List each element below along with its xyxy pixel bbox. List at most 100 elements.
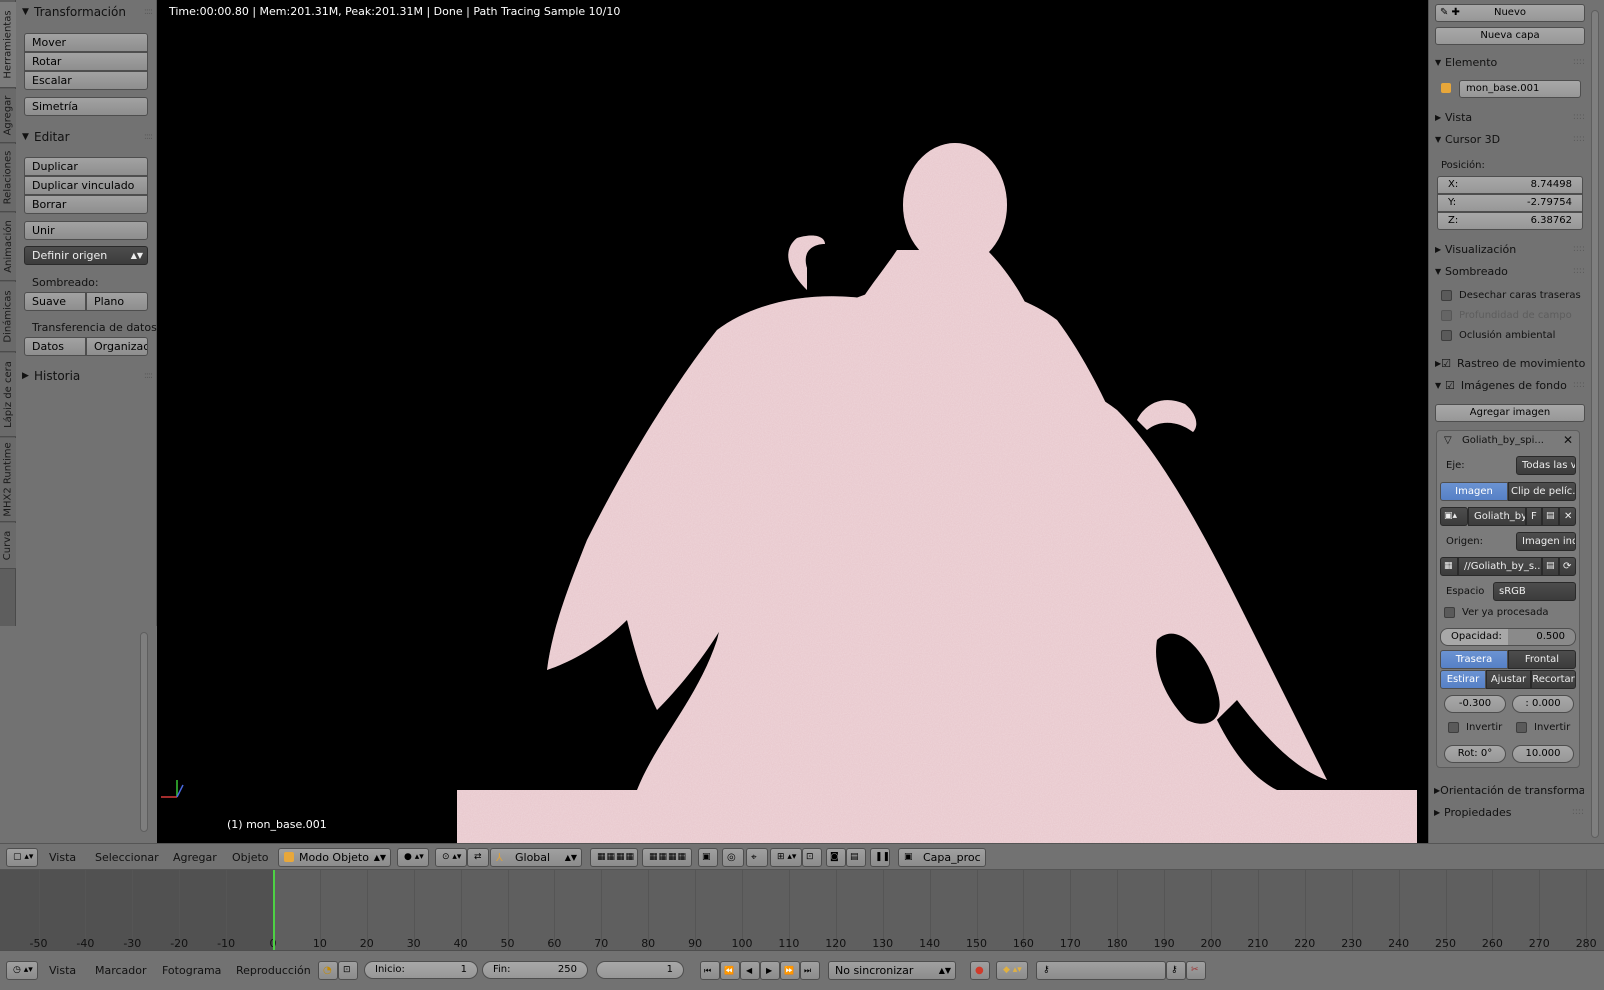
insert-keyframe-icon[interactable]: ⚷ xyxy=(1166,961,1186,980)
smooth-shading-button[interactable]: Suave xyxy=(24,292,86,311)
close-icon[interactable]: ✕ xyxy=(1563,433,1573,447)
properties-panel-header[interactable]: ▶ Propiedades:::: xyxy=(1434,803,1584,821)
object-name-field[interactable]: mon_base.001 xyxy=(1459,80,1581,98)
grip-icon[interactable]: :::: xyxy=(1572,807,1584,817)
preview-range-icon[interactable]: ◔ xyxy=(318,961,338,980)
mirror-button[interactable]: Simetría xyxy=(24,97,148,116)
jump-end-icon[interactable]: ⏭ xyxy=(800,961,820,980)
transform-orientation-panel-header[interactable]: ▶ Orientación de transformaci xyxy=(1434,781,1584,799)
transform-orientation-dropdown[interactable]: ⅄ Global ▲▼ xyxy=(490,848,582,867)
menu-marker[interactable]: Marcador xyxy=(95,964,147,977)
opacity-slider[interactable]: Opacidad: 0.500 xyxy=(1440,628,1576,646)
tab-herramientas[interactable]: Herramientas xyxy=(0,2,16,88)
source-dropdown[interactable]: Imagen indivi... xyxy=(1516,532,1576,551)
back-toggle[interactable]: Trasera xyxy=(1440,650,1508,669)
cursor-y-field[interactable]: Y: -2.79754 xyxy=(1437,194,1583,212)
tab-dinamicas[interactable]: Dinámicas xyxy=(0,282,16,352)
image-browse-icon[interactable]: ▣▴ xyxy=(1440,507,1468,526)
menu-object[interactable]: Objeto xyxy=(232,851,269,864)
mode-dropdown[interactable]: Modo Objeto ▲▼ xyxy=(278,848,391,867)
image-datablock-field[interactable]: Goliath_by xyxy=(1468,507,1526,526)
cursor-x-field[interactable]: X: 8.74498 xyxy=(1437,176,1583,194)
backface-culling-checkbox[interactable]: Desechar caras traseras xyxy=(1441,290,1581,301)
tab-lapiz-de-cera[interactable]: Lápiz de cera xyxy=(0,353,16,437)
tab-movie-clip[interactable]: Clip de pelíc... xyxy=(1508,482,1576,501)
grip-icon[interactable]: :::: xyxy=(144,371,153,381)
flip-y-checkbox[interactable]: Invertir xyxy=(1516,722,1570,733)
layers-grid-2[interactable]: ▦▦▦▦ xyxy=(642,848,692,867)
grip-icon[interactable]: :::: xyxy=(1573,57,1585,67)
record-icon[interactable]: ● xyxy=(970,961,990,980)
checked-icon[interactable]: ☑ xyxy=(1441,357,1451,370)
current-frame-field[interactable]: 1 xyxy=(596,961,684,979)
flip-x-checkbox[interactable]: Invertir xyxy=(1448,722,1502,733)
start-frame-field[interactable]: Inicio: 1 xyxy=(364,961,478,979)
duplicate-linked-button[interactable]: Duplicar vinculado xyxy=(24,176,148,195)
tool-shelf-scrollbar[interactable] xyxy=(140,632,148,832)
manipulator-icon[interactable]: ⇄ xyxy=(467,848,489,867)
next-keyframe-icon[interactable]: ⏩ xyxy=(780,961,800,980)
history-panel-header[interactable]: ▶ Historia:::: xyxy=(22,366,153,386)
grip-icon[interactable]: :::: xyxy=(144,7,153,17)
playhead[interactable] xyxy=(273,870,275,950)
grip-icon[interactable]: :::: xyxy=(1573,380,1585,390)
display-panel-header[interactable]: ▶ Visualización:::: xyxy=(1435,240,1585,258)
delete-button[interactable]: Borrar xyxy=(24,195,148,214)
offset-y-field[interactable]: : 0.000 xyxy=(1512,695,1574,713)
cursor-z-field[interactable]: Z: 6.38762 xyxy=(1437,212,1583,230)
prev-keyframe-icon[interactable]: ⏪ xyxy=(720,961,740,980)
snap-target-icon[interactable]: ⊡ xyxy=(802,848,822,867)
organize-button[interactable]: Organizaci xyxy=(86,337,148,356)
join-button[interactable]: Unir xyxy=(24,221,148,240)
menu-frame[interactable]: Fotograma xyxy=(162,964,221,977)
menu-view[interactable]: Vista xyxy=(49,851,76,864)
open-image-icon[interactable]: ▤ xyxy=(1542,507,1559,526)
grease-pencil-new-row[interactable]: ✎ ✚ Nuevo xyxy=(1435,4,1585,22)
play-reverse-icon[interactable]: ◀ xyxy=(740,961,760,980)
fake-user-toggle[interactable]: F xyxy=(1526,507,1542,526)
motion-tracking-panel-header[interactable]: ▶ ☑ Rastreo de movimiento xyxy=(1435,354,1585,372)
pivot-point-icon[interactable]: ⊙ ▴▾ xyxy=(435,848,467,867)
cursor-panel-header[interactable]: ▼ Cursor 3D:::: xyxy=(1435,130,1585,148)
move-button[interactable]: Mover xyxy=(24,33,148,52)
item-panel-header[interactable]: ▼ Elemento:::: xyxy=(1435,53,1585,71)
pause-icon[interactable]: ❚❚ xyxy=(870,848,890,867)
view-as-render-checkbox[interactable]: Ver ya procesada xyxy=(1444,607,1549,618)
add-image-button[interactable]: Agregar imagen xyxy=(1435,404,1585,422)
size-field[interactable]: 10.000 xyxy=(1512,745,1574,763)
data-transfer-button[interactable]: Datos xyxy=(24,337,86,356)
checked-icon[interactable]: ☑ xyxy=(1445,379,1455,392)
viewport-shading-icon[interactable]: ● ▴▾ xyxy=(397,848,429,867)
layers-grid-1[interactable]: ▦▦▦▦ xyxy=(590,848,638,867)
render-animation-icon[interactable]: ▤ xyxy=(846,848,866,867)
3d-viewport[interactable]: Time:00:00.80 | Mem:201.31M, Peak:201.31… xyxy=(157,0,1428,843)
lock-icon[interactable]: ⊡ xyxy=(338,961,358,980)
background-images-panel-header[interactable]: ▼ ☑ Imágenes de fondo:::: xyxy=(1435,376,1585,394)
tab-curva[interactable]: Curva xyxy=(0,523,16,569)
tab-image[interactable]: Imagen xyxy=(1440,482,1508,501)
crop-toggle[interactable]: Recortar xyxy=(1531,670,1576,689)
end-frame-field[interactable]: Fin: 250 xyxy=(482,961,588,979)
menu-add[interactable]: Agregar xyxy=(173,851,217,864)
transform-panel-header[interactable]: ▼ Transformación:::: xyxy=(22,2,153,22)
depth-of-field-checkbox[interactable]: Profundidad de campo xyxy=(1441,310,1572,321)
timeline[interactable]: -50-40-30-20-100102030405060708090100110… xyxy=(0,870,1604,950)
editor-type-icon[interactable]: ▢ ▴▾ xyxy=(6,848,38,867)
grip-icon[interactable]: :::: xyxy=(1573,134,1585,144)
unlink-image-icon[interactable]: ✕ xyxy=(1559,507,1576,526)
stretch-toggle[interactable]: Estirar xyxy=(1440,670,1486,689)
axis-dropdown[interactable]: Todas las vist... xyxy=(1516,456,1576,475)
jump-start-icon[interactable]: ⏮ xyxy=(700,961,720,980)
rotation-field[interactable]: Rot: 0° xyxy=(1444,745,1506,763)
tab-agregar[interactable]: Agregar xyxy=(0,89,16,143)
keying-set-field[interactable]: ⚷ xyxy=(1036,961,1166,980)
tab-mhx2-runtime[interactable]: MHX2 Runtime xyxy=(0,438,16,522)
snap-element-icon[interactable]: ⊞ ▴▾ xyxy=(770,848,802,867)
reload-icon[interactable]: ⟳ xyxy=(1559,557,1576,576)
edit-panel-header[interactable]: ▼ Editar:::: xyxy=(22,127,153,147)
scale-button[interactable]: Escalar xyxy=(24,71,148,90)
duplicate-button[interactable]: Duplicar xyxy=(24,157,148,176)
image-expand-icon[interactable]: ▽ xyxy=(1444,435,1452,446)
grip-icon[interactable]: :::: xyxy=(1573,266,1585,276)
editor-type-icon[interactable]: ◷ ▴▾ xyxy=(6,961,38,980)
